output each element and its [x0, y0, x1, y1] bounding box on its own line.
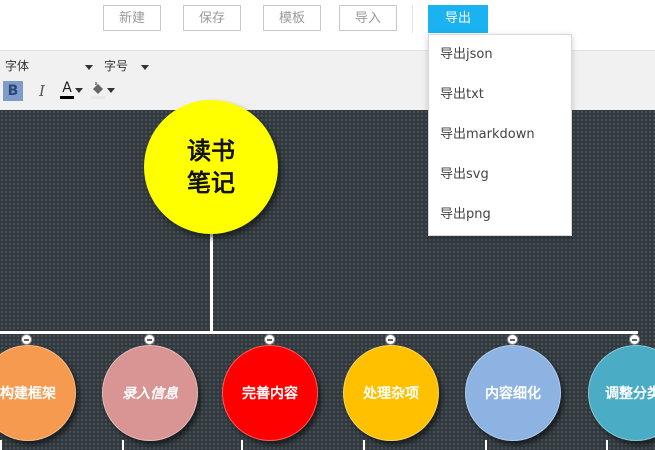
child-node-label: 完善内容 [242, 386, 298, 402]
bold-button[interactable]: B [3, 81, 23, 101]
italic-button[interactable]: I [34, 81, 50, 101]
child-node-label: 处理杂项 [363, 386, 419, 402]
background-color-chevron-down-icon[interactable] [107, 88, 115, 93]
menu-item-export-json[interactable]: 导出json [440, 45, 493, 65]
font-color-icon: A [62, 80, 72, 96]
menu-item-export-txt[interactable]: 导出txt [440, 85, 484, 105]
font-color-swatch [60, 96, 74, 99]
child-node-5[interactable]: 内容细化 [465, 345, 561, 441]
child-node-label: 录入信息 [122, 386, 178, 402]
collapse-toggle-2[interactable] [144, 334, 155, 345]
root-node-label: 读书笔记 [187, 137, 235, 197]
child-stub-3 [241, 440, 243, 450]
child-node-3[interactable]: 完善内容 [222, 345, 318, 441]
child-stub-6 [606, 440, 608, 450]
font-size-chevron-down-icon[interactable] [141, 65, 149, 70]
root-node[interactable]: 读书笔记 [144, 100, 278, 234]
menu-item-export-png[interactable]: 导出png [440, 205, 491, 225]
child-node-2[interactable]: 录入信息 [102, 345, 198, 441]
font-family-chevron-down-icon[interactable] [85, 65, 93, 70]
child-node-4[interactable]: 处理杂项 [343, 345, 439, 441]
child-stub-4 [363, 440, 365, 450]
font-color-chevron-down-icon[interactable] [75, 88, 83, 93]
child-stub-2 [122, 440, 124, 450]
menu-item-export-svg[interactable]: 导出svg [440, 165, 489, 185]
child-node-label: 调整分类 [605, 386, 655, 402]
child-node-label: 构建框架 [0, 386, 56, 402]
collapse-toggle-4[interactable] [385, 334, 396, 345]
collapse-toggle-5[interactable] [507, 334, 518, 345]
font-family-select-label[interactable]: 字体 [5, 57, 29, 75]
font-color-button[interactable]: A [60, 79, 74, 101]
paint-bucket-icon[interactable] [90, 81, 106, 99]
export-dropdown-menu: 导出json 导出txt 导出markdown 导出svg 导出png [428, 34, 572, 236]
font-size-select-label[interactable]: 字号 [104, 57, 128, 75]
child-stub-1 [0, 440, 2, 450]
import-button[interactable]: 导入 [339, 5, 397, 31]
template-button[interactable]: 模板 [263, 5, 321, 31]
child-stub-5 [485, 440, 487, 450]
child-node-label: 内容细化 [485, 386, 541, 402]
new-button[interactable]: 新建 [103, 5, 161, 31]
collapse-toggle-3[interactable] [264, 334, 275, 345]
collapse-toggle-1[interactable] [21, 334, 32, 345]
toolbar-divider [412, 5, 413, 33]
save-button[interactable]: 保存 [183, 5, 241, 31]
collapse-toggle-6[interactable] [629, 334, 640, 345]
branch-connector [0, 331, 638, 334]
menu-item-export-markdown[interactable]: 导出markdown [440, 125, 535, 145]
root-connector [210, 234, 213, 332]
export-button[interactable]: 导出 [428, 5, 488, 33]
